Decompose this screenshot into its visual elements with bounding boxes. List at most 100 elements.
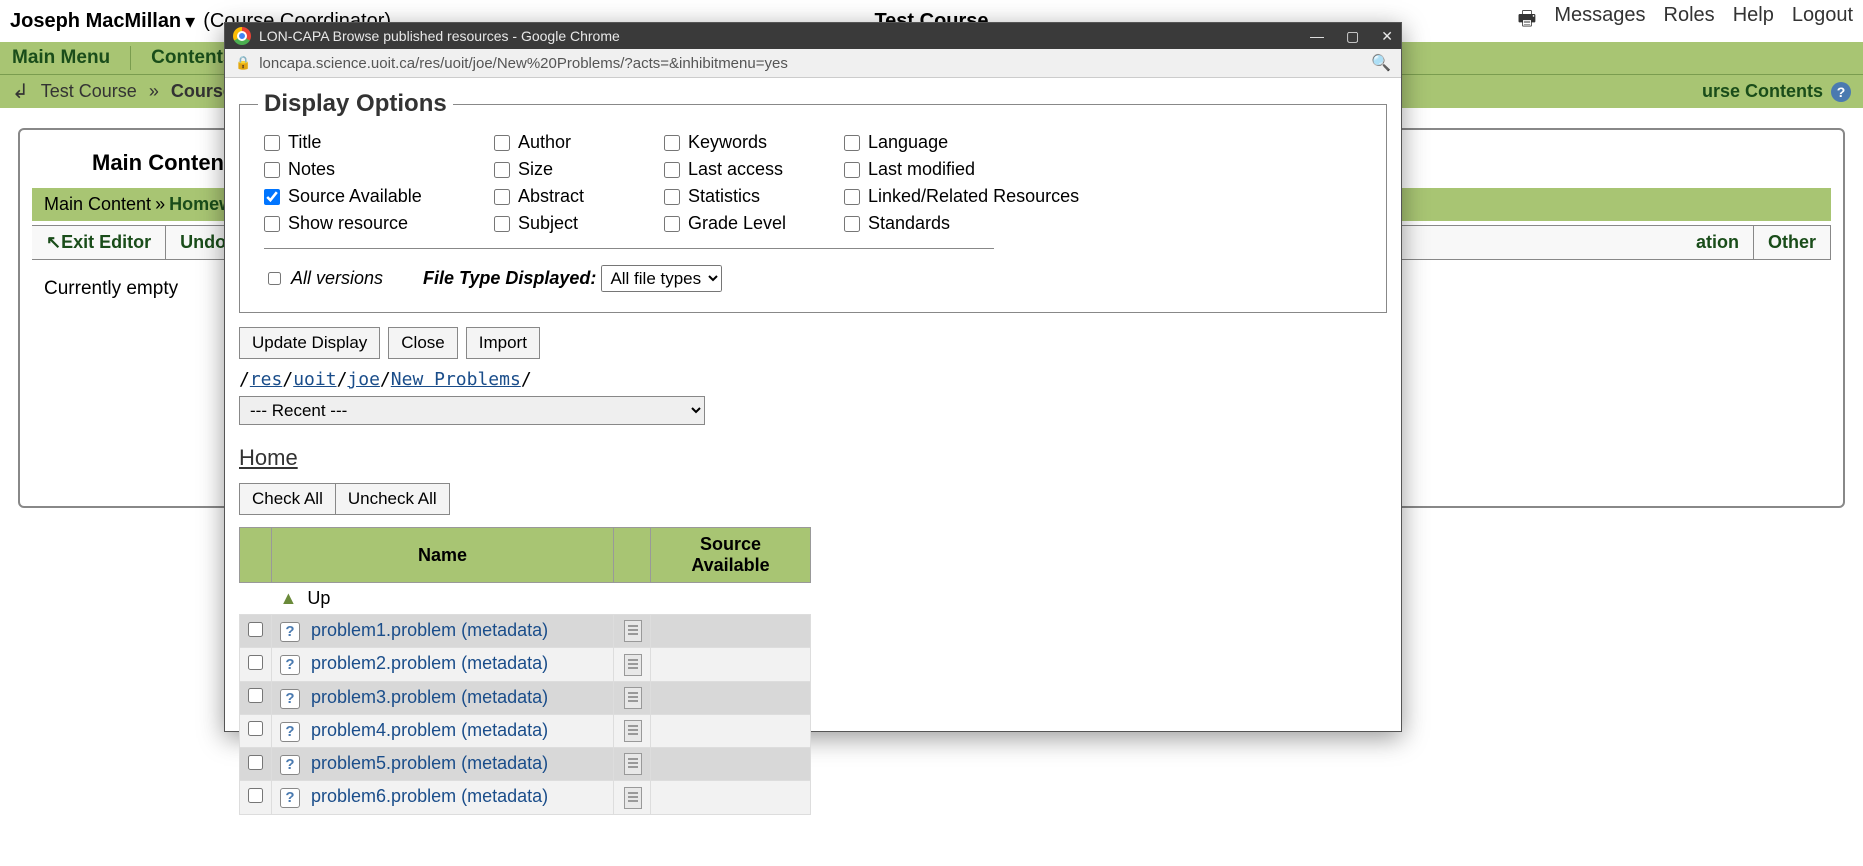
files-table: Name Source Available ▲ Up ? problem1.pr… <box>239 527 811 815</box>
option-show-resource[interactable]: Show resource <box>264 213 464 234</box>
user-dropdown-icon[interactable]: ▾ <box>185 9 195 34</box>
update-display-button[interactable]: Update Display <box>239 327 380 359</box>
option-author[interactable]: Author <box>494 132 634 153</box>
checkbox-language[interactable] <box>844 135 860 151</box>
link-help[interactable]: Help <box>1733 4 1774 38</box>
option-keywords[interactable]: Keywords <box>664 132 814 153</box>
close-button[interactable]: Close <box>388 327 457 359</box>
lock-icon[interactable]: 🔒 <box>235 55 251 71</box>
close-icon[interactable]: ✕ <box>1381 28 1393 45</box>
option-last-access[interactable]: Last access <box>664 159 814 180</box>
document-icon[interactable] <box>624 654 642 676</box>
checkbox-last-access[interactable] <box>664 162 680 178</box>
uncheck-all-button[interactable]: Uncheck All <box>336 484 449 514</box>
checkbox-notes[interactable] <box>264 162 280 178</box>
path-newproblems[interactable]: New Problems <box>391 369 521 390</box>
row-checkbox[interactable] <box>248 622 263 637</box>
metadata-link[interactable]: (metadata) <box>461 620 548 640</box>
metadata-link[interactable]: (metadata) <box>461 753 548 773</box>
sub-bc-main[interactable]: Main Content <box>44 194 151 215</box>
checkbox-show-resource[interactable] <box>264 216 280 232</box>
file-link[interactable]: problem2.problem <box>311 653 461 673</box>
file-link[interactable]: problem6.problem <box>311 786 461 806</box>
tb-ation[interactable]: ation <box>1682 226 1754 259</box>
checkbox-source-available[interactable] <box>264 189 280 205</box>
checkbox-author[interactable] <box>494 135 510 151</box>
zoom-icon[interactable]: 🔍 <box>1371 53 1391 73</box>
menu-contents[interactable]: Contents <box>151 47 233 69</box>
checkbox-grade-level[interactable] <box>664 216 680 232</box>
maximize-icon[interactable]: ▢ <box>1346 28 1359 45</box>
option-source-available[interactable]: Source Available <box>264 186 464 207</box>
up-row[interactable]: ▲ Up <box>240 583 811 615</box>
link-roles[interactable]: Roles <box>1664 4 1715 38</box>
all-versions-option[interactable]: All versions <box>268 268 383 289</box>
checkbox-statistics[interactable] <box>664 189 680 205</box>
option-standards[interactable]: Standards <box>844 213 1104 234</box>
metadata-link[interactable]: (metadata) <box>461 720 548 740</box>
row-checkbox[interactable] <box>248 688 263 703</box>
url-text[interactable]: loncapa.science.uoit.ca/res/uoit/joe/New… <box>259 55 788 72</box>
tb-exit-editor[interactable]: ↖Exit Editor <box>32 226 166 259</box>
bc-test-course[interactable]: Test Course <box>41 81 137 102</box>
checkbox-title[interactable] <box>264 135 280 151</box>
home-link[interactable]: Home <box>239 445 298 471</box>
menu-main[interactable]: Main Menu <box>12 47 110 69</box>
all-versions-checkbox[interactable] <box>268 272 281 285</box>
filetype-select[interactable]: All file types <box>601 265 722 292</box>
printer-icon[interactable]: 🖶 <box>1518 4 1537 38</box>
import-button[interactable]: Import <box>466 327 540 359</box>
link-logout[interactable]: Logout <box>1792 4 1853 38</box>
metadata-link[interactable]: (metadata) <box>461 786 548 806</box>
file-link[interactable]: problem5.problem <box>311 753 461 773</box>
link-messages[interactable]: Messages <box>1554 4 1645 38</box>
checkbox-size[interactable] <box>494 162 510 178</box>
option-abstract[interactable]: Abstract <box>494 186 634 207</box>
path-uoit[interactable]: uoit <box>293 369 336 390</box>
option-grade-level[interactable]: Grade Level <box>664 213 814 234</box>
path-res[interactable]: res <box>250 369 283 390</box>
option-linked-related-resources[interactable]: Linked/Related Resources <box>844 186 1104 207</box>
bc-right-label[interactable]: urse Contents <box>1702 81 1823 102</box>
document-icon[interactable] <box>624 753 642 775</box>
file-link[interactable]: problem1.problem <box>311 620 461 640</box>
row-checkbox[interactable] <box>248 755 263 770</box>
recent-select[interactable]: --- Recent --- <box>239 396 705 425</box>
minimize-icon[interactable]: — <box>1310 28 1324 45</box>
file-link[interactable]: problem3.problem <box>311 687 461 707</box>
row-checkbox[interactable] <box>248 721 263 736</box>
checkbox-subject[interactable] <box>494 216 510 232</box>
metadata-link[interactable]: (metadata) <box>461 687 548 707</box>
back-arrow-icon[interactable]: ↲ <box>12 79 29 104</box>
option-subject[interactable]: Subject <box>494 213 634 234</box>
up-label[interactable]: Up <box>307 588 330 608</box>
checkbox-linked-related-resources[interactable] <box>844 189 860 205</box>
row-checkbox[interactable] <box>248 655 263 670</box>
tb-other[interactable]: Other <box>1754 226 1831 259</box>
document-icon[interactable] <box>624 720 642 742</box>
col-name: Name <box>272 528 614 583</box>
document-icon[interactable] <box>624 787 642 809</box>
option-statistics[interactable]: Statistics <box>664 186 814 207</box>
options-bottom-row: All versions File Type Displayed: All fi… <box>258 259 1368 298</box>
document-icon[interactable] <box>624 687 642 709</box>
option-last-modified[interactable]: Last modified <box>844 159 1104 180</box>
metadata-link[interactable]: (metadata) <box>461 653 548 673</box>
document-icon[interactable] <box>624 620 642 642</box>
option-notes[interactable]: Notes <box>264 159 464 180</box>
user-name[interactable]: Joseph MacMillan <box>10 10 181 33</box>
option-label: Last access <box>688 159 783 180</box>
check-all-button[interactable]: Check All <box>240 484 336 514</box>
row-checkbox[interactable] <box>248 788 263 803</box>
help-icon[interactable]: ? <box>1831 82 1851 102</box>
popup-titlebar[interactable]: LON-CAPA Browse published resources - Go… <box>225 23 1401 49</box>
option-size[interactable]: Size <box>494 159 634 180</box>
checkbox-abstract[interactable] <box>494 189 510 205</box>
option-language[interactable]: Language <box>844 132 1104 153</box>
checkbox-last-modified[interactable] <box>844 162 860 178</box>
checkbox-keywords[interactable] <box>664 135 680 151</box>
path-joe[interactable]: joe <box>347 369 380 390</box>
file-link[interactable]: problem4.problem <box>311 720 461 740</box>
option-title[interactable]: Title <box>264 132 464 153</box>
checkbox-standards[interactable] <box>844 216 860 232</box>
